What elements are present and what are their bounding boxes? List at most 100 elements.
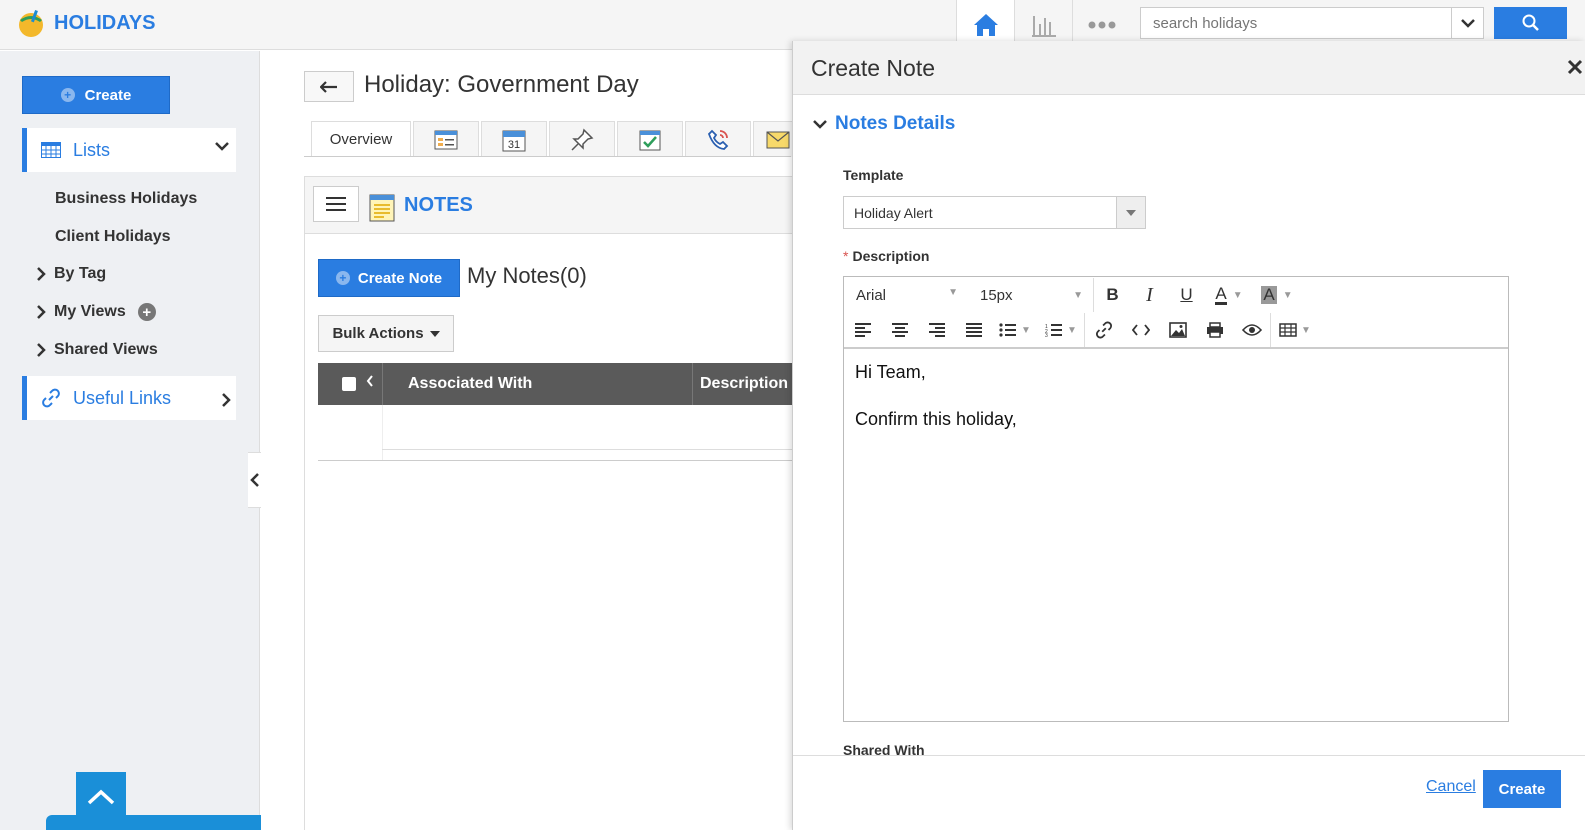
italic-button[interactable]: I [1131, 278, 1168, 312]
underline-button[interactable]: U [1168, 278, 1205, 312]
cancel-button[interactable]: Cancel [1426, 778, 1476, 796]
bulk-actions-label: Bulk Actions [332, 325, 424, 342]
font-size-select[interactable]: 15px ▼ [966, 278, 1094, 312]
editor-line: Hi Team, [855, 362, 926, 382]
close-icon[interactable] [1567, 59, 1583, 75]
section-title: Notes Details [835, 113, 956, 134]
font-family-select[interactable]: Arial ▼ [844, 287, 966, 304]
bold-button[interactable]: B [1094, 278, 1131, 312]
background-color-button[interactable]: A ▼ [1253, 278, 1301, 312]
sidebar-item-business-holidays[interactable]: Business Holidays [55, 190, 197, 208]
create-note-button[interactable]: + Create Note [318, 259, 460, 297]
italic-icon: I [1146, 283, 1153, 306]
search-box [1140, 7, 1484, 39]
my-views-label: My Views [54, 303, 126, 320]
editor-toolbar: Arial ▼ 15px ▼ B I U A ▼ A ▼ ▼ 1 2 3 ▼ ▼ [844, 277, 1508, 349]
template-value: Holiday Alert [854, 205, 933, 221]
sidebar-item-client-holidays[interactable]: Client Holidays [55, 228, 171, 246]
align-right-button[interactable] [918, 313, 955, 347]
required-asterisk: * [843, 248, 849, 264]
app-logo[interactable]: HOLIDAYS [16, 8, 156, 38]
bullet-list-button[interactable]: ▼ [992, 313, 1038, 347]
chevron-right-icon [37, 267, 46, 281]
insert-table-button[interactable]: ▼ [1271, 313, 1319, 347]
chevron-down-icon [1460, 19, 1475, 28]
notes-panel: NOTES + Create Note My Notes(0) Bulk Act… [304, 176, 795, 830]
bulk-actions-button[interactable]: Bulk Actions [318, 315, 454, 352]
notes-header: NOTES [305, 177, 794, 234]
chevron-right-icon [37, 343, 46, 357]
chevron-left-icon[interactable] [366, 375, 374, 387]
column-associated-with[interactable]: Associated With [408, 375, 532, 393]
hamburger-icon [326, 197, 346, 211]
tab-tasks[interactable] [617, 121, 683, 157]
search-input[interactable] [1141, 8, 1451, 38]
sidebar-item-by-tag[interactable]: By Tag [36, 265, 106, 283]
tab-pin[interactable] [549, 121, 615, 157]
phone-icon [707, 129, 729, 150]
template-dropdown[interactable] [1116, 197, 1145, 228]
align-left-button[interactable] [844, 313, 881, 347]
page-title: Holiday: Government Day [364, 71, 639, 98]
insert-link-button[interactable] [1085, 313, 1122, 347]
template-select[interactable]: Holiday Alert [843, 196, 1146, 229]
search-dropdown[interactable] [1451, 8, 1483, 38]
svg-text:31: 31 [508, 139, 520, 151]
chevron-down-icon [813, 120, 827, 129]
editor-content[interactable]: Hi Team, Confirm this holiday, [844, 349, 1508, 467]
coconut-logo-icon [19, 10, 43, 37]
notes-details-toggle[interactable]: Notes Details [813, 113, 955, 135]
tab-calls[interactable] [685, 121, 751, 157]
select-all-checkbox[interactable] [342, 377, 356, 391]
search-button[interactable] [1494, 7, 1567, 39]
calendar-grid-icon [41, 142, 61, 158]
back-button[interactable] [304, 71, 354, 102]
chevron-down-icon [215, 142, 229, 151]
insert-image-button[interactable] [1159, 313, 1196, 347]
sidebar-item-my-views[interactable]: My Views + [36, 303, 156, 321]
font-size-value: 15px [980, 286, 1013, 304]
add-view-icon[interactable]: + [137, 303, 156, 321]
tab-overview[interactable]: Overview [311, 121, 411, 157]
column-divider [382, 363, 383, 405]
sidebar-collapse-toggle[interactable] [248, 452, 262, 508]
by-tag-label: By Tag [54, 265, 107, 282]
eye-icon [1241, 324, 1262, 336]
notes-menu-button[interactable] [313, 186, 359, 222]
sidebar-section-useful-links[interactable]: Useful Links [22, 376, 236, 420]
align-left-icon [854, 323, 871, 337]
notepad-icon [369, 194, 395, 222]
search-icon [1522, 14, 1539, 31]
notes-table-header: Associated With Description [318, 363, 795, 405]
column-divider [692, 363, 693, 405]
arrow-left-icon [320, 80, 337, 93]
font-family-value: Arial [856, 286, 887, 304]
align-center-button[interactable] [881, 313, 918, 347]
table-row-divider [382, 449, 795, 450]
chevron-left-icon [249, 473, 259, 487]
print-button[interactable] [1196, 313, 1233, 347]
code-view-button[interactable] [1122, 313, 1159, 347]
preview-button[interactable] [1233, 313, 1270, 347]
tab-details[interactable] [413, 121, 479, 157]
chevron-up-icon [87, 789, 115, 805]
sidebar-item-shared-views[interactable]: Shared Views [36, 341, 158, 359]
app-title: HOLIDAYS [54, 11, 156, 34]
description-label-text: Description [852, 248, 930, 264]
link-icon [42, 388, 60, 408]
link-icon [1095, 321, 1112, 339]
text-color-button[interactable]: A ▼ [1205, 278, 1253, 312]
justify-button[interactable] [955, 313, 992, 347]
shared-views-label: Shared Views [54, 341, 158, 358]
template-label: Template [843, 167, 904, 183]
sidebar-create-button[interactable]: + Create [22, 76, 170, 114]
tabs-underline [304, 156, 791, 157]
sidebar-section-lists[interactable]: Lists [22, 128, 236, 172]
tab-calendar[interactable]: 31 [481, 121, 547, 157]
align-center-icon [891, 323, 908, 337]
column-description[interactable]: Description [700, 375, 788, 393]
create-button[interactable]: Create [1483, 770, 1561, 808]
calendar-icon: 31 [502, 130, 526, 151]
more-dots-icon [1088, 21, 1115, 29]
numbered-list-button[interactable]: 123 ▼ [1038, 313, 1084, 347]
